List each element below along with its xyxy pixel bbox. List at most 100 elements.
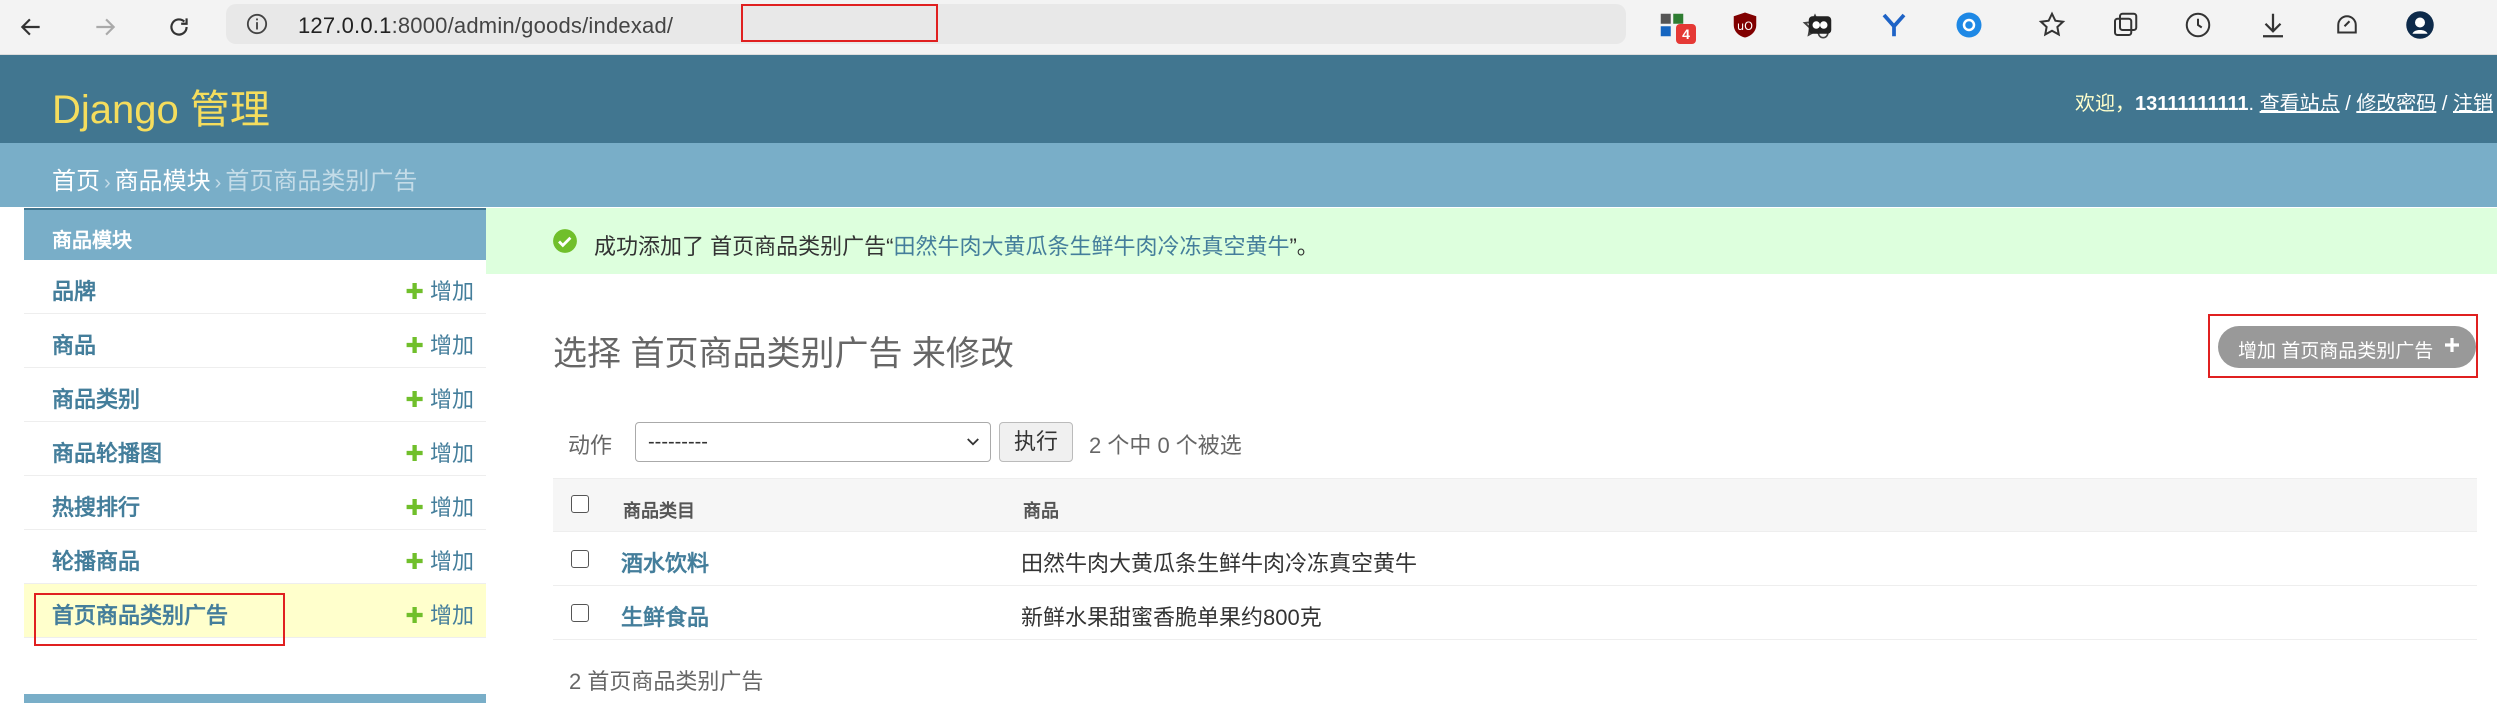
welcome-text: 欢迎， (2074, 93, 2135, 115)
logout-link[interactable]: 注销 (2453, 93, 2493, 115)
chevron-down-icon (967, 438, 979, 446)
site-header: Django 管理 欢迎，13111111111. 查看站点 / 修改密码 / … (0, 55, 2497, 143)
plus-icon: ✚ (405, 603, 424, 628)
url-path: /goods/indexad/ (514, 13, 674, 38)
sidebar-add-link[interactable]: ✚ 增加 (406, 544, 474, 576)
downloads-icon[interactable] (2256, 8, 2290, 42)
back-arrow-icon (20, 18, 40, 36)
ublock-icon[interactable]: uO (1728, 8, 1762, 42)
sidebar-add-link[interactable]: ✚ 增加 (406, 436, 474, 468)
view-site-link[interactable]: 查看站点 (2260, 93, 2340, 115)
separator: / (2441, 93, 2448, 115)
back-button[interactable] (10, 6, 52, 48)
sidebar-item-link[interactable]: 热搜排行 (52, 490, 140, 522)
add-label: 增加 (429, 495, 474, 520)
profile-avatar-icon[interactable] (2403, 8, 2437, 42)
selection-counter: 2 个中 0 个被选 (1089, 433, 1242, 458)
sidebar-highlight-box (34, 593, 285, 646)
url-highlight-box (741, 4, 938, 42)
sidebar-item-link[interactable]: 轮播商品 (52, 544, 140, 576)
sidebar-item-brand: 品牌 ✚ 增加 (24, 260, 486, 314)
forward-button[interactable] (84, 6, 126, 48)
plus-icon: ✚ (405, 441, 424, 466)
row-category-link[interactable]: 生鲜食品 (621, 600, 709, 632)
url-port: :8000/admin (391, 13, 515, 38)
change-password-link[interactable]: 修改密码 (2356, 93, 2436, 115)
sidebar-item-link[interactable]: 商品类别 (52, 382, 140, 414)
module-caption[interactable]: 商品模块 (24, 208, 486, 260)
run-action-button[interactable]: 执行 (999, 422, 1073, 462)
message-prefix: 成功添加了 首页商品类别广告“ (594, 234, 894, 259)
sidebar-item-link[interactable]: 商品 (52, 328, 96, 360)
breadcrumb: 首页 › 商品模块 › 首页商品类别广告 (0, 143, 2497, 207)
svg-text:uO: uO (1737, 20, 1753, 33)
browser-toolbar: 127.0.0.1:8000/admin/goods/indexad/ 4 uO (0, 0, 2497, 55)
select-all-checkbox[interactable] (571, 495, 589, 513)
reload-icon (170, 18, 188, 36)
user-tools: 欢迎，13111111111. 查看站点 / 修改密码 / 注销 (2075, 87, 2493, 116)
column-header-category[interactable]: 商品类目 (623, 497, 695, 523)
plus-icon: ✚ (405, 279, 424, 304)
actions-label: 动作 (568, 433, 613, 458)
history-icon[interactable] (2181, 8, 2215, 42)
sidebar-add-link[interactable]: ✚ 增加 (406, 490, 474, 522)
separator: / (2345, 93, 2351, 115)
column-header-product[interactable]: 商品 (1023, 497, 1059, 523)
breadcrumb-app-link[interactable]: 商品模块 (115, 168, 211, 195)
breadcrumb-home-link[interactable]: 首页 (52, 168, 100, 195)
table-row: 生鲜食品 新鲜水果甜蜜香脆单果约800克 (553, 586, 2477, 640)
action-select[interactable]: --------- (635, 422, 991, 462)
success-message: 成功添加了 首页商品类别广告“田然牛肉大黄瓜条生鲜牛肉冷冻真空黄牛”。 (486, 208, 2497, 274)
extension-ie-icon[interactable] (1952, 8, 1986, 42)
plus-icon: ✚ (405, 387, 424, 412)
sidebar-item-link[interactable]: 商品轮播图 (52, 436, 162, 468)
extension-glasses-icon[interactable] (1803, 8, 1837, 42)
add-label: 增加 (429, 603, 474, 628)
message-object-link[interactable]: 田然牛肉大黄瓜条生鲜牛肉冷冻真空黄牛 (893, 234, 1289, 259)
address-bar[interactable]: 127.0.0.1:8000/admin/goods/indexad/ (226, 4, 1829, 44)
breadcrumb-separator: › (104, 172, 111, 194)
row-product: 田然牛肉大黄瓜条生鲜牛肉冷冻真空黄牛 (1021, 551, 1418, 576)
performance-icon[interactable] (2330, 8, 2364, 42)
info-icon[interactable] (246, 13, 268, 35)
sidebar-item-category: 商品类别 ✚ 增加 (24, 368, 486, 422)
url-text[interactable]: 127.0.0.1:8000/admin/goods/indexad/ (298, 13, 673, 39)
row-checkbox[interactable] (571, 550, 589, 568)
message-suffix: ”。 (1289, 234, 1319, 259)
module-caption-label: 商品模块 (52, 230, 132, 252)
plus-icon: ✚ (405, 495, 424, 520)
page-title: 选择 首页商品类别广告 来修改 (553, 335, 1014, 373)
url-host: 127.0.0.1 (298, 13, 392, 38)
sidebar-add-link[interactable]: ✚ 增加 (406, 598, 474, 630)
success-check-icon (553, 229, 577, 253)
add-label: 增加 (429, 441, 474, 466)
sidebar-add-link[interactable]: ✚ 增加 (406, 274, 474, 306)
extension-badge: 4 (1676, 24, 1696, 44)
add-label: 增加 (429, 549, 474, 574)
welcome-dot: . (2248, 93, 2255, 115)
sidebar-item-hotsearch: 热搜排行 ✚ 增加 (24, 476, 486, 530)
add-label: 增加 (429, 387, 474, 412)
paginator: 2 首页商品类别广告 (569, 669, 764, 694)
favorites-star-icon[interactable] (2035, 8, 2069, 42)
sidebar-add-link[interactable]: ✚ 增加 (406, 328, 474, 360)
site-brand[interactable]: Django 管理 (52, 77, 270, 135)
username: 13111111111 (2134, 93, 2249, 115)
sidebar-add-link[interactable]: ✚ 增加 (406, 382, 474, 414)
extension-y-icon[interactable] (1877, 8, 1911, 42)
row-product: 新鲜水果甜蜜香脆单果约800克 (1021, 605, 1322, 630)
add-label: 增加 (429, 333, 474, 358)
plus-icon: ✚ (405, 333, 424, 358)
row-category-link[interactable]: 酒水饮料 (621, 546, 709, 578)
table-row: 酒水饮料 田然牛肉大黄瓜条生鲜牛肉冷冻真空黄牛 (553, 532, 2477, 586)
breadcrumb-current: 首页商品类别广告 (225, 168, 418, 195)
collections-icon[interactable] (2108, 8, 2142, 42)
add-button-highlight-box (2208, 314, 2478, 378)
sidebar-item-link[interactable]: 品牌 (52, 274, 96, 306)
actions-bar: 动作 --------- 执行 2 个中 0 个被选 (553, 414, 2477, 466)
action-select-value: --------- (648, 431, 708, 453)
reload-button[interactable] (158, 6, 200, 48)
plus-icon: ✚ (405, 549, 424, 574)
row-checkbox[interactable] (571, 604, 589, 622)
sidebar-item-carousel-goods: 轮播商品 ✚ 增加 (24, 530, 486, 584)
